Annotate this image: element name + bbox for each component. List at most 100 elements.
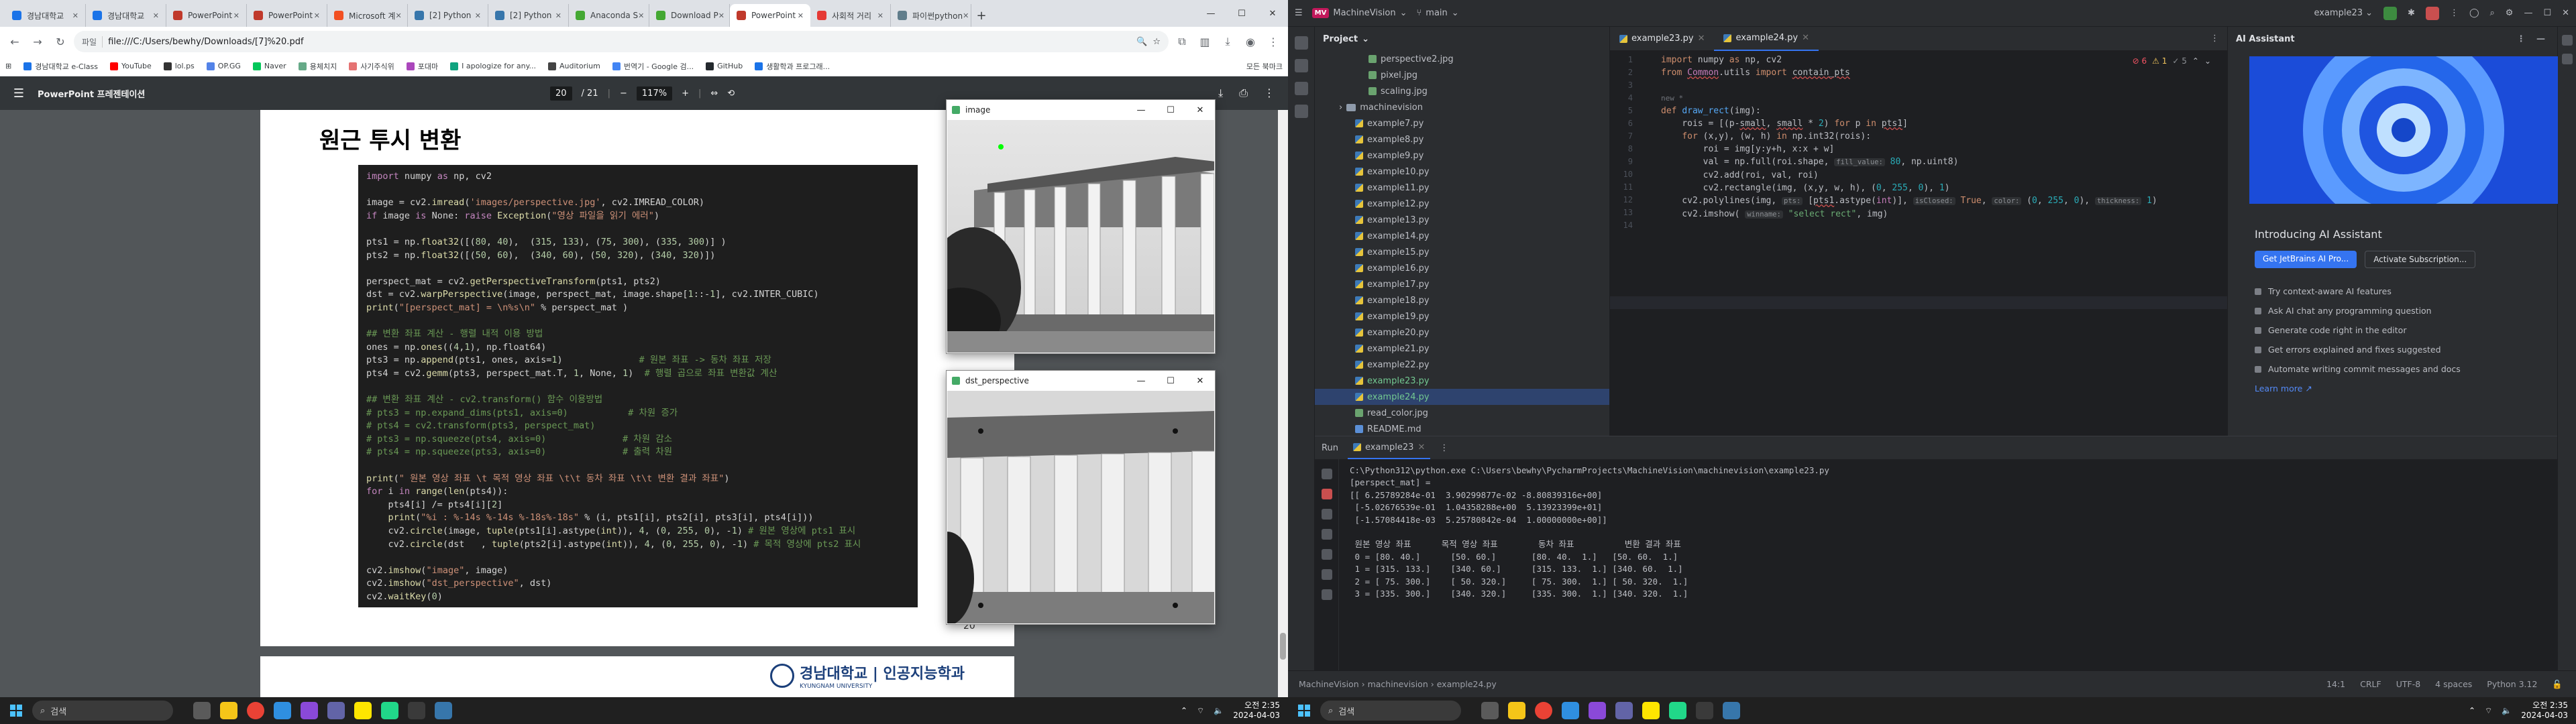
kakaotalk-icon[interactable]	[354, 702, 372, 719]
branch-selector[interactable]: ⑂ main ⌄	[1416, 8, 1458, 18]
teams-icon[interactable]	[327, 702, 345, 719]
reload-icon[interactable]: ↻	[51, 32, 70, 51]
bookmark-star-icon[interactable]: ☆	[1152, 37, 1161, 47]
stop-icon[interactable]	[2425, 6, 2439, 20]
terminal-icon[interactable]	[1696, 702, 1713, 719]
tree-item[interactable]: example11.py	[1315, 180, 1609, 196]
line-separator[interactable]: CRLF	[2360, 679, 2381, 690]
tree-item[interactable]: example23.py	[1315, 373, 1609, 389]
bookmark-item[interactable]: Naver	[252, 61, 286, 72]
tree-item[interactable]: › machinevision	[1315, 99, 1609, 115]
ai-assistant-tool-icon[interactable]	[2561, 35, 2573, 46]
browser-tab[interactable]: 경남대학교 ✕	[86, 4, 166, 27]
download-icon[interactable]: ⤓	[1218, 32, 1237, 51]
tree-item[interactable]: example10.py	[1315, 164, 1609, 180]
close-icon[interactable]: ✕	[475, 11, 481, 20]
tree-item[interactable]: example9.py	[1315, 147, 1609, 164]
url-text[interactable]: file:///C:/Users/bewhy/Downloads/[7]%20.…	[108, 37, 1131, 47]
file-encoding[interactable]: UTF-8	[2396, 679, 2420, 690]
hamburger-icon[interactable]: ☰	[0, 86, 38, 101]
volume-icon[interactable]: 🔈	[2502, 706, 2512, 715]
browser-tab[interactable]: 경남대학교 ✕	[5, 4, 86, 27]
close-icon[interactable]: ✕	[2562, 8, 2569, 18]
commit-tool-icon[interactable]	[1294, 59, 1308, 72]
profile-icon[interactable]: ◉	[1241, 32, 1260, 51]
zoom-icon[interactable]: 🔍	[1136, 37, 1147, 47]
tree-item[interactable]: example8.py	[1315, 131, 1609, 147]
cv-window-image[interactable]: image — ☐ ✕	[946, 99, 1216, 354]
maximize-icon[interactable]: ☐	[1156, 376, 1185, 386]
bookmark-item[interactable]: 경남대학교 e-Class	[23, 61, 98, 72]
structure-tool-icon[interactable]	[1294, 82, 1308, 95]
download-icon[interactable]: ⤓	[1218, 86, 1223, 100]
close-icon[interactable]: ✕	[395, 11, 401, 20]
close-icon[interactable]: ✕	[963, 11, 969, 20]
cv-window-titlebar[interactable]: image — ☐ ✕	[947, 100, 1215, 120]
notifications-tool-icon[interactable]	[2561, 54, 2573, 64]
minimize-icon[interactable]: —	[2524, 8, 2532, 18]
clock[interactable]: 오전 2:35 2024-04-03	[1233, 701, 1280, 721]
maximize-icon[interactable]: ☐	[2543, 8, 2551, 18]
browser-tab[interactable]: Anaconda S ✕	[569, 4, 649, 27]
close-icon[interactable]: ✕	[555, 11, 561, 20]
taskbar-search[interactable]: ⌕ 검색	[1320, 701, 1461, 721]
tree-item[interactable]: read_color.jpg	[1315, 405, 1609, 421]
windows-start-icon[interactable]	[1288, 705, 1320, 717]
run-config-selector[interactable]: example23 ⌄	[2314, 8, 2373, 18]
run-tab[interactable]: example23 ✕	[1347, 436, 1431, 459]
browser-tab[interactable]: PowerPoint ✕	[247, 4, 327, 27]
learn-more-link[interactable]: Learn more ↗	[2255, 379, 2461, 398]
bookmark-item[interactable]: OP.GG	[206, 61, 241, 72]
scroll-down-icon[interactable]	[1321, 529, 1332, 540]
close-icon[interactable]: ✕	[638, 11, 644, 20]
tree-item[interactable]: example22.py	[1315, 357, 1609, 373]
terminal-icon[interactable]	[408, 702, 425, 719]
taskbar-search[interactable]: ⌕ 검색	[32, 701, 173, 721]
close-icon[interactable]: ✕	[1698, 34, 1705, 44]
minimize-icon[interactable]: —	[1126, 105, 1156, 115]
rotate-icon[interactable]: ⟲	[727, 88, 735, 99]
sidepanel-icon[interactable]: ▥	[1195, 32, 1214, 51]
tree-item[interactable]: example24.py	[1315, 389, 1609, 405]
account-icon[interactable]: ◯	[2469, 8, 2479, 18]
debug-icon[interactable]: ✱	[2408, 8, 2415, 18]
more-icon[interactable]: ⋮	[1264, 86, 1275, 100]
panel-options-icon[interactable]: ⋮ —	[2516, 34, 2549, 44]
run-icon[interactable]	[2383, 6, 2398, 20]
code-content[interactable]: import numpy as np, cv2 from Common.util…	[1661, 54, 2207, 234]
windows-start-icon[interactable]	[0, 705, 32, 717]
tree-item[interactable]: example19.py	[1315, 308, 1609, 324]
volume-icon[interactable]: 🔈	[1214, 706, 1224, 715]
edge-icon[interactable]	[1562, 702, 1579, 719]
bookmark-item[interactable]: 생활학과 프로그래...	[755, 61, 830, 72]
tree-item[interactable]: pixel.jpg	[1315, 67, 1609, 83]
bookmark-item[interactable]: Auditorium	[548, 61, 600, 72]
all-bookmarks[interactable]: 모든 북마크	[1246, 61, 1283, 72]
run-output[interactable]: C:\Python312\python.exe C:\Users\bewhy\P…	[1350, 465, 1829, 600]
close-icon[interactable]: ✕	[72, 11, 78, 20]
bookmark-item[interactable]: 포대마	[406, 61, 438, 72]
settings-gear-icon[interactable]: ⚙	[2506, 8, 2514, 18]
task-view-icon[interactable]	[1481, 702, 1499, 719]
indent-setting[interactable]: 4 spaces	[2435, 679, 2472, 690]
tree-item[interactable]: example16.py	[1315, 260, 1609, 276]
ide-menu-icon[interactable]: ☰	[1295, 8, 1303, 18]
teams-icon[interactable]	[1615, 702, 1633, 719]
python-icon[interactable]	[1723, 702, 1740, 719]
close-icon[interactable]: ✕	[1417, 442, 1425, 452]
project-selector[interactable]: MV MachineVision ⌄	[1311, 8, 1407, 18]
address-bar[interactable]: 파일 file:///C:/Users/bewhy/Downloads/[7]%…	[74, 31, 1169, 52]
cv-window-dst[interactable]: dst_perspective — ☐ ✕	[946, 370, 1216, 625]
task-view-icon[interactable]	[193, 702, 211, 719]
chrome-icon[interactable]	[1535, 702, 1552, 719]
chrome-icon[interactable]	[247, 702, 264, 719]
pdf-scrollbar[interactable]	[1278, 110, 1288, 697]
new-tab-button[interactable]: +	[971, 4, 991, 27]
vscode-icon[interactable]	[1589, 702, 1606, 719]
tree-item[interactable]: example15.py	[1315, 244, 1609, 260]
browser-tab[interactable]: 파이썬python ✕	[891, 4, 971, 27]
pycharm-icon[interactable]	[1669, 702, 1686, 719]
tree-item[interactable]: perspective2.jpg	[1315, 51, 1609, 67]
more-icon[interactable]: ⋮	[2450, 8, 2459, 18]
close-icon[interactable]: ✕	[877, 11, 883, 20]
